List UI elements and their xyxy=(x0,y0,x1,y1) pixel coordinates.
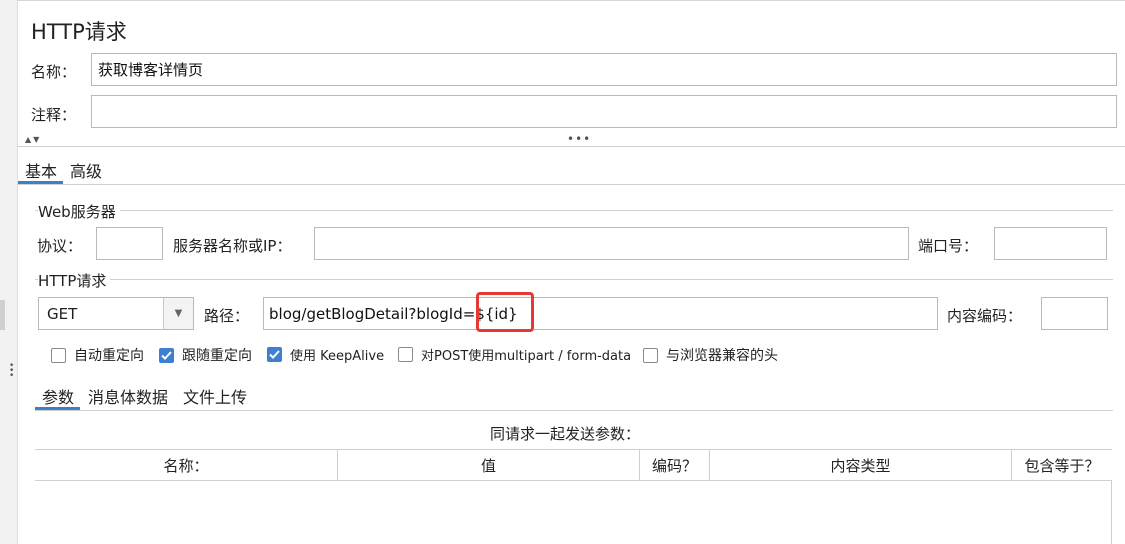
splitter-grip-icon[interactable]: ••• xyxy=(567,132,591,146)
protocol-label: 协议： xyxy=(37,237,83,255)
divider xyxy=(17,184,1125,185)
checkbox-label: 自动重定向 xyxy=(74,348,144,364)
name-label: 名称： xyxy=(31,63,77,81)
column-header-encode[interactable]: 编码？ xyxy=(640,450,710,480)
follow-redirect-checkbox[interactable]: 跟随重定向 xyxy=(159,345,252,365)
checkbox-checked-icon[interactable] xyxy=(267,347,282,362)
keepalive-checkbox[interactable]: 使用 KeepAlive xyxy=(267,345,384,364)
method-select[interactable]: GET ▼ xyxy=(38,297,194,330)
divider xyxy=(35,410,1113,411)
browser-compatible-headers-checkbox[interactable]: 与浏览器兼容的头 xyxy=(643,345,778,365)
section-line xyxy=(35,210,1113,211)
checkbox-label: 使用 KeepAlive xyxy=(290,349,385,364)
path-field[interactable]: blog/getBlogDetail?blogId=${id} xyxy=(263,297,938,330)
grip-bar xyxy=(0,300,5,330)
column-header-include-equals[interactable]: 包含等于？ xyxy=(1012,450,1112,480)
checkbox-label: 与浏览器兼容的头 xyxy=(666,348,778,364)
encoding-field[interactable] xyxy=(1041,297,1108,330)
port-field[interactable] xyxy=(994,227,1107,260)
comment-label: 注释： xyxy=(31,106,77,124)
column-header-name[interactable]: 名称： xyxy=(35,450,338,480)
checkbox-icon[interactable] xyxy=(643,347,658,363)
chevron-down-icon[interactable]: ▼ xyxy=(163,298,193,329)
server-label: 服务器名称或IP： xyxy=(173,237,292,255)
http-request-section-title: HTTP请求 xyxy=(38,270,111,291)
tab-parameters[interactable]: 参数 xyxy=(42,384,74,408)
name-field-value: 获取博客详情页 xyxy=(98,61,204,79)
checkbox-label: 对POST使用multipart / form-data xyxy=(421,349,632,364)
tab-basic[interactable]: 基本 xyxy=(25,158,57,182)
collapse-arrows-icon[interactable]: ▲▼ xyxy=(25,135,41,144)
encoding-label: 内容编码： xyxy=(947,307,1023,325)
column-header-value[interactable]: 值 xyxy=(338,450,640,480)
comment-field[interactable] xyxy=(91,95,1117,128)
section-line xyxy=(35,279,1113,280)
multipart-checkbox[interactable]: 对POST使用multipart / form-data xyxy=(398,345,631,364)
highlight-box xyxy=(476,292,534,332)
tab-body-data[interactable]: 消息体数据 xyxy=(88,384,168,408)
name-field[interactable]: 获取博客详情页 xyxy=(91,53,1117,86)
column-header-content-type[interactable]: 内容类型 xyxy=(710,450,1012,480)
path-label: 路径： xyxy=(204,307,250,325)
http-request-panel: • • • HTTP请求 名称： 获取博客详情页 注释： ▲▼ ••• 基本 高级 … xyxy=(0,0,1125,544)
checkbox-icon[interactable] xyxy=(398,347,413,362)
drag-handle-icon[interactable]: • • • xyxy=(9,362,14,381)
params-table-body[interactable] xyxy=(35,481,1112,544)
protocol-field[interactable] xyxy=(96,227,163,260)
server-field[interactable] xyxy=(314,227,909,260)
checkbox-checked-icon[interactable] xyxy=(159,347,174,363)
page-title: HTTP请求 xyxy=(31,20,127,44)
divider xyxy=(17,0,1125,1)
tab-files-upload[interactable]: 文件上传 xyxy=(183,384,247,408)
left-resize-strip[interactable]: • • • xyxy=(0,0,18,544)
auto-redirect-checkbox[interactable]: 自动重定向 xyxy=(51,345,144,365)
port-label: 端口号： xyxy=(918,237,979,255)
tab-advanced[interactable]: 高级 xyxy=(70,158,102,182)
checkbox-icon[interactable] xyxy=(51,347,66,363)
checkbox-label: 跟随重定向 xyxy=(182,348,252,364)
method-select-value: GET xyxy=(47,304,78,323)
divider xyxy=(17,146,1125,147)
params-caption: 同请求一起发送参数： xyxy=(490,425,641,443)
params-table-header: 名称： 值 编码？ 内容类型 包含等于？ xyxy=(35,449,1112,481)
web-server-section-title: Web服务器 xyxy=(38,201,120,222)
